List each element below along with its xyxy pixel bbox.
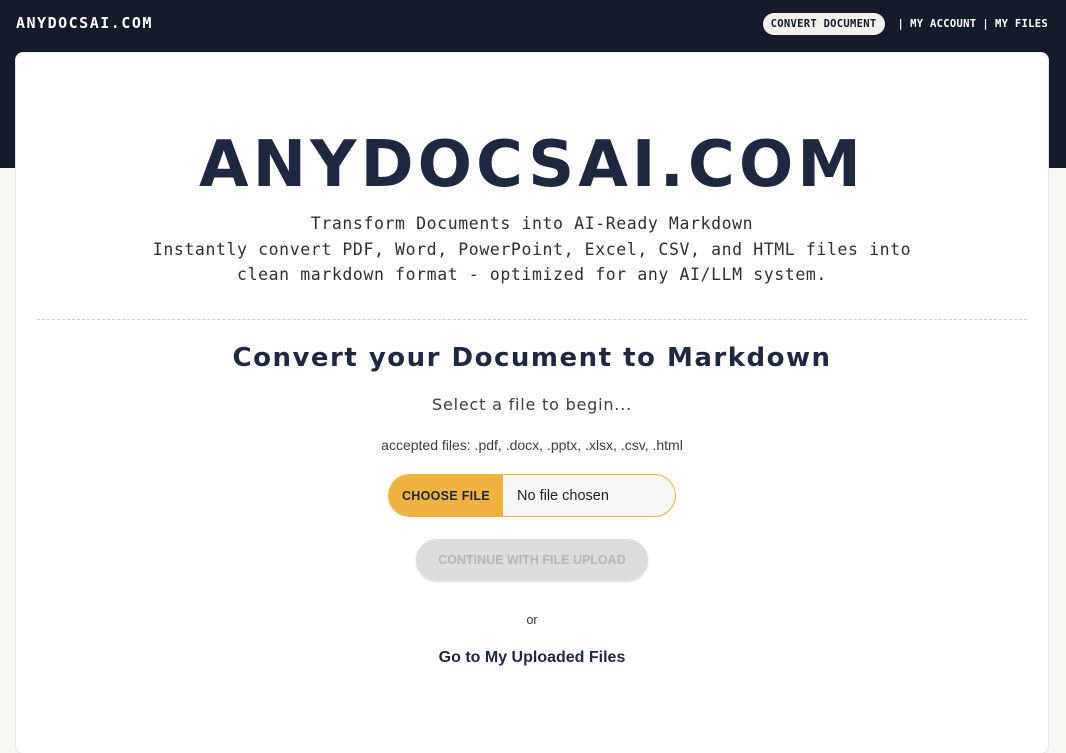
top-navigation-bar: ANYDOCSAI.COM CONVERT DOCUMENT | MY ACCO… <box>0 0 1066 48</box>
my-uploaded-files-link[interactable]: Go to My Uploaded Files <box>439 649 626 666</box>
file-status-text: No file chosen <box>517 487 609 504</box>
nav-my-account[interactable]: MY ACCOUNT <box>910 18 976 30</box>
choose-file-button[interactable]: CHOOSE FILE <box>389 475 503 516</box>
converter-title: Convert your Document to Markdown <box>232 343 832 373</box>
nav-my-files[interactable]: MY FILES <box>995 18 1048 30</box>
section-divider <box>37 319 1027 320</box>
brand-logo-text[interactable]: ANYDOCSAI.COM <box>16 14 153 32</box>
continue-upload-button[interactable]: CONTINUE WITH FILE UPLOAD <box>416 539 648 581</box>
hero-tagline-line3: clean markdown format - optimized for an… <box>237 265 827 284</box>
nav-separator: | <box>982 18 990 30</box>
hero-title: ANYDOCSAI.COM <box>199 128 865 202</box>
file-input[interactable]: CHOOSE FILE No file chosen <box>388 474 676 517</box>
main-card: ANYDOCSAI.COM Transform Documents into A… <box>16 53 1048 753</box>
nav-separator: | <box>897 18 905 30</box>
my-uploaded-files-container: Go to My Uploaded Files <box>16 649 1048 667</box>
hero-tagline-line2: Instantly convert PDF, Word, PowerPoint,… <box>152 240 912 259</box>
hero-tagline-line1: Transform Documents into AI-Ready Markdo… <box>310 214 754 233</box>
or-separator-text: or <box>526 613 538 627</box>
select-file-hint: Select a file to begin... <box>432 395 632 414</box>
main-nav: CONVERT DOCUMENT | MY ACCOUNT | MY FILES <box>762 13 1048 35</box>
nav-convert-document[interactable]: CONVERT DOCUMENT <box>762 13 885 35</box>
accepted-file-types: accepted files: .pdf, .docx, .pptx, .xls… <box>381 437 683 453</box>
